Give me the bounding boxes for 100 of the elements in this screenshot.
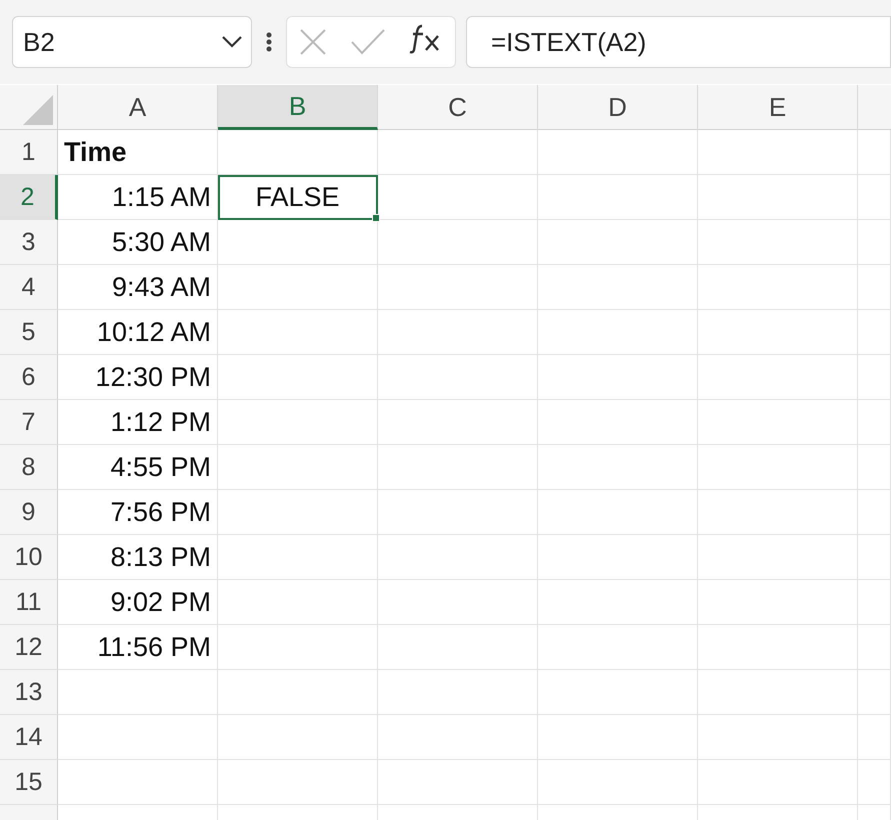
row-header[interactable]: 11 [0, 580, 58, 625]
table-cell[interactable] [218, 535, 378, 580]
table-cell[interactable] [538, 400, 698, 445]
row-header[interactable]: 1 [0, 130, 58, 175]
select-all-icon[interactable] [23, 95, 53, 125]
table-cell[interactable] [218, 670, 378, 715]
table-cell[interactable] [698, 760, 858, 805]
table-cell[interactable]: 12:30 PM [58, 355, 218, 400]
table-cell[interactable] [698, 265, 858, 310]
row-header[interactable]: 10 [0, 535, 58, 580]
table-cell[interactable] [58, 670, 218, 715]
table-cell[interactable] [378, 445, 538, 490]
table-cell[interactable] [858, 535, 891, 580]
table-cell[interactable] [218, 130, 378, 175]
table-cell[interactable]: 4:55 PM [58, 445, 218, 490]
table-cell[interactable] [378, 130, 538, 175]
table-cell[interactable]: FALSE [218, 175, 378, 220]
table-cell[interactable] [378, 580, 538, 625]
column-header[interactable] [858, 85, 891, 130]
table-cell[interactable] [218, 580, 378, 625]
cancel-icon[interactable] [298, 27, 328, 57]
table-cell[interactable]: 9:02 PM [58, 580, 218, 625]
row-header[interactable]: 14 [0, 715, 58, 760]
table-cell[interactable] [378, 400, 538, 445]
table-cell[interactable] [538, 355, 698, 400]
table-cell[interactable] [378, 220, 538, 265]
table-cell[interactable] [698, 445, 858, 490]
table-cell[interactable]: 7:56 PM [58, 490, 218, 535]
row-header[interactable]: 12 [0, 625, 58, 670]
table-cell[interactable] [698, 130, 858, 175]
column-header[interactable]: A [58, 85, 218, 130]
table-cell[interactable] [378, 715, 538, 760]
table-cell[interactable] [858, 220, 891, 265]
name-box[interactable]: B2 [12, 16, 252, 68]
table-cell[interactable] [538, 265, 698, 310]
table-cell[interactable] [538, 580, 698, 625]
table-cell[interactable] [218, 355, 378, 400]
table-cell[interactable] [858, 670, 891, 715]
table-cell[interactable] [538, 130, 698, 175]
table-cell[interactable] [378, 670, 538, 715]
table-cell[interactable] [218, 310, 378, 355]
table-cell[interactable] [58, 715, 218, 760]
row-header[interactable]: 4 [0, 265, 58, 310]
table-cell[interactable] [538, 490, 698, 535]
table-cell[interactable]: 5:30 AM [58, 220, 218, 265]
table-cell[interactable] [218, 400, 378, 445]
table-cell[interactable] [538, 535, 698, 580]
table-cell[interactable] [858, 445, 891, 490]
column-header[interactable]: D [538, 85, 698, 130]
column-header[interactable]: B [218, 85, 378, 130]
table-cell[interactable] [378, 310, 538, 355]
row-header[interactable]: 15 [0, 760, 58, 805]
table-cell[interactable] [698, 625, 858, 670]
table-cell[interactable]: 9:43 AM [58, 265, 218, 310]
table-cell[interactable]: 1:12 PM [58, 400, 218, 445]
table-cell[interactable] [858, 310, 891, 355]
table-cell[interactable] [218, 760, 378, 805]
table-cell[interactable] [858, 265, 891, 310]
table-cell[interactable] [858, 760, 891, 805]
table-cell[interactable] [698, 220, 858, 265]
table-cell[interactable] [698, 670, 858, 715]
table-cell[interactable] [218, 445, 378, 490]
table-cell[interactable]: 10:12 AM [58, 310, 218, 355]
table-cell[interactable] [538, 625, 698, 670]
table-cell[interactable] [378, 175, 538, 220]
table-cell[interactable]: 8:13 PM [58, 535, 218, 580]
row-header[interactable]: 13 [0, 670, 58, 715]
table-cell[interactable] [538, 670, 698, 715]
column-header[interactable]: C [378, 85, 538, 130]
table-cell[interactable] [218, 625, 378, 670]
table-cell[interactable] [218, 265, 378, 310]
table-cell[interactable] [538, 175, 698, 220]
table-cell[interactable] [858, 625, 891, 670]
table-cell[interactable] [218, 220, 378, 265]
checkmark-icon[interactable] [350, 28, 386, 56]
table-cell[interactable] [698, 310, 858, 355]
table-cell[interactable] [538, 220, 698, 265]
table-cell[interactable]: 1:15 AM [58, 175, 218, 220]
table-cell[interactable] [858, 355, 891, 400]
table-cell[interactable] [218, 715, 378, 760]
table-cell[interactable] [538, 445, 698, 490]
column-header[interactable]: E [698, 85, 858, 130]
row-header[interactable]: 6 [0, 355, 58, 400]
table-cell[interactable]: 11:56 PM [58, 625, 218, 670]
table-cell[interactable] [378, 760, 538, 805]
row-header[interactable]: 5 [0, 310, 58, 355]
table-cell[interactable] [378, 490, 538, 535]
table-cell[interactable] [218, 490, 378, 535]
table-cell[interactable]: Time [58, 130, 218, 175]
table-cell[interactable] [698, 535, 858, 580]
table-cell[interactable] [378, 625, 538, 670]
row-header[interactable]: 3 [0, 220, 58, 265]
row-header[interactable]: 7 [0, 400, 58, 445]
dropdown-icon[interactable] [221, 35, 243, 49]
table-cell[interactable] [858, 175, 891, 220]
table-cell[interactable] [698, 175, 858, 220]
table-cell[interactable] [858, 580, 891, 625]
table-cell[interactable] [538, 760, 698, 805]
table-cell[interactable] [538, 715, 698, 760]
table-cell[interactable] [698, 490, 858, 535]
